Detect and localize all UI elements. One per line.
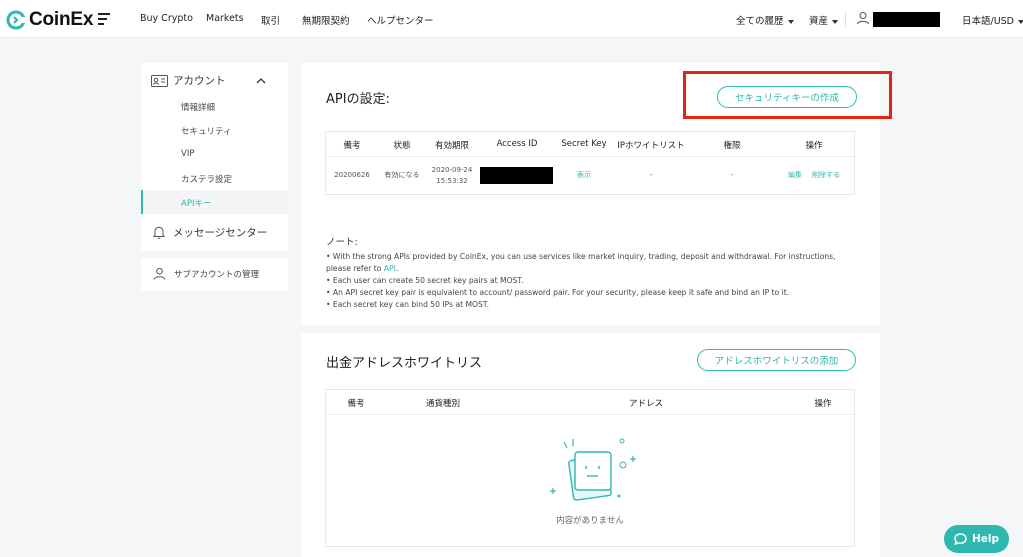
- api-notes: • With the strong APIs provided by CoinE…: [326, 251, 836, 311]
- col-permission: 権限: [723, 141, 741, 151]
- col-actions: 操作: [805, 141, 823, 151]
- note-line-1b-end: .: [395, 263, 399, 273]
- nav-trade[interactable]: 取引: [261, 13, 280, 27]
- assets-dropdown[interactable]: 資産: [809, 13, 839, 27]
- note-line-1: • With the strong APIs provided by CoinE…: [326, 252, 836, 261]
- api-doc-link[interactable]: API: [384, 264, 396, 273]
- row-ip-whitelist: -: [649, 171, 653, 179]
- edit-link[interactable]: 編集: [788, 170, 802, 181]
- id-card-icon: [151, 74, 168, 87]
- coinex-logo[interactable]: CoinEx: [6, 9, 93, 31]
- wl-col-currency: 通貨種別: [425, 399, 461, 409]
- notes-title: ノート:: [326, 237, 358, 248]
- nav-perpetual[interactable]: 無期限契約: [302, 13, 350, 27]
- sidebar-account-header[interactable]: アカウント: [151, 73, 226, 88]
- row-status: 有効になる: [384, 171, 420, 179]
- redacted-username[interactable]: [873, 12, 940, 27]
- nav-help-center[interactable]: ヘルプセンター: [367, 13, 434, 27]
- row-permission: -: [730, 171, 734, 179]
- col-expiry: 有効期限: [434, 141, 470, 151]
- subaccount-label: サブアカウントの管理: [174, 269, 260, 280]
- empty-state-text: 内容がありません: [556, 516, 624, 526]
- user-icon[interactable]: [856, 11, 870, 25]
- show-secret-key-link[interactable]: 表示: [577, 170, 591, 181]
- sidebar-item-security[interactable]: セキュリティ: [181, 125, 232, 137]
- table-header-divider: [326, 156, 854, 157]
- note-line-2: • Each user can create 50 secret key pai…: [326, 275, 524, 285]
- user-icon: [153, 267, 166, 280]
- col-secret-key: Secret Key: [561, 139, 607, 149]
- sidebar-active-indicator: [141, 190, 143, 214]
- row-expiry-date: 2020-09-24: [431, 166, 473, 174]
- sidebar-message-center[interactable]: メッセージセンター: [141, 214, 288, 250]
- history-label: 全ての履歴: [736, 16, 784, 27]
- help-label: Help: [971, 533, 1000, 545]
- col-note: 備考: [343, 141, 361, 151]
- redacted-access-id: [480, 167, 553, 184]
- sidebar-item-vip[interactable]: VIP: [181, 149, 194, 159]
- header-divider: [845, 12, 846, 26]
- bell-icon: [153, 226, 165, 239]
- col-access-id: Access ID: [496, 139, 538, 149]
- wl-col-actions: 操作: [814, 399, 832, 409]
- nav-markets[interactable]: Markets: [206, 13, 244, 24]
- col-ip-whitelist: IPホワイトリスト: [617, 141, 685, 151]
- chat-bubble-icon: [954, 533, 967, 545]
- sidebar-item-castella[interactable]: カステラ設定: [181, 173, 232, 185]
- chevron-down-icon: [1018, 19, 1023, 24]
- wl-col-note: 備考: [347, 399, 365, 409]
- chevron-down-icon: [787, 19, 794, 24]
- sidebar-item-info[interactable]: 情報詳細: [181, 101, 215, 113]
- message-center-label: メッセージセンター: [173, 227, 268, 239]
- chevron-up-icon[interactable]: [256, 77, 266, 84]
- note-line-4: • Each secret key can bind 50 IPs at MOS…: [326, 299, 489, 309]
- whitelist-header-divider: [326, 414, 854, 415]
- help-button[interactable]: Help: [944, 525, 1009, 553]
- chevron-down-icon: [832, 19, 839, 24]
- nav-buy-crypto[interactable]: Buy Crypto: [140, 13, 193, 24]
- empty-box-icon: [550, 438, 636, 501]
- top-header: CoinEx Buy Crypto Markets 取引 無期限契約 ヘルプセン…: [0, 0, 1023, 38]
- logo-text: CoinEx: [29, 9, 94, 30]
- add-address-whitelist-button[interactable]: アドレスホワイトリスの添加: [697, 349, 856, 371]
- delete-link[interactable]: 削除する: [812, 170, 840, 181]
- row-note: 20200626: [334, 171, 370, 179]
- row-expiry-time: 15:53:32: [436, 177, 468, 185]
- sidebar-active-bg: [141, 190, 288, 214]
- api-settings-title: APIの設定:: [326, 92, 390, 107]
- note-line-3: • An API secret key pair is equivalent t…: [326, 287, 790, 297]
- coinex-logo-icon: [6, 10, 26, 30]
- language-dropdown[interactable]: 日本語/USD: [962, 13, 1023, 27]
- sidebar-subaccount[interactable]: サブアカウントの管理: [141, 258, 288, 290]
- col-status: 状態: [393, 141, 411, 151]
- wl-col-address: アドレス: [628, 399, 664, 409]
- whitelist-title: 出金アドレスホワイトリス: [326, 356, 483, 371]
- highlight-box: [683, 71, 892, 119]
- language-label: 日本語/USD: [962, 16, 1014, 27]
- assets-label: 資産: [809, 16, 829, 27]
- menu-icon[interactable]: [98, 13, 110, 25]
- note-line-1b: please refer to API.: [326, 263, 836, 275]
- history-dropdown[interactable]: 全ての履歴: [736, 13, 794, 27]
- note-line-1b-text: please refer to: [326, 263, 382, 273]
- sidebar-account-card: アカウント 情報詳細 セキュリティ VIP カステラ設定 APIキー: [141, 63, 288, 214]
- sidebar-item-api-key[interactable]: APIキー: [181, 197, 211, 209]
- sidebar-account-label: アカウント: [173, 75, 226, 87]
